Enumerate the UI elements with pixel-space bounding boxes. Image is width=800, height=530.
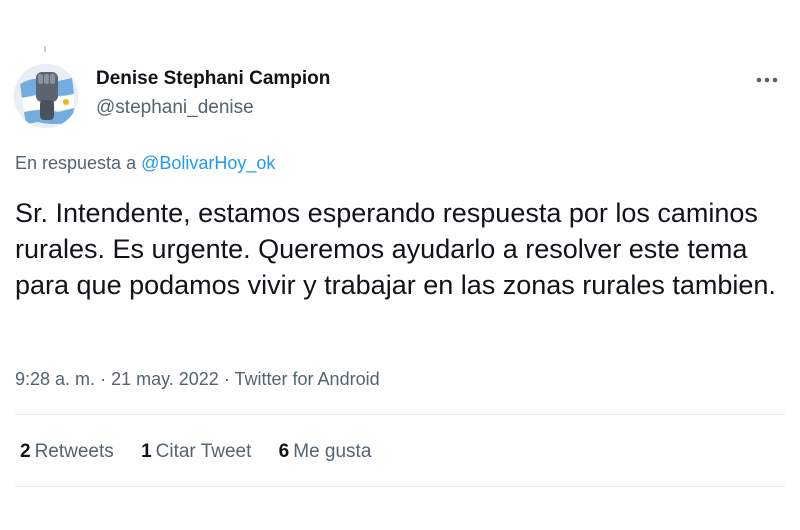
divider bbox=[15, 414, 785, 415]
divider bbox=[15, 486, 785, 487]
raised-fist-flag-icon bbox=[14, 64, 78, 128]
more-horizontal-icon bbox=[756, 77, 778, 83]
engagement-stats: 2 Retweets 1 Citar Tweet 6 Me gusta bbox=[20, 441, 393, 463]
likes-stat[interactable]: 6 Me gusta bbox=[279, 441, 372, 463]
tweet-card: Denise Stephani Campion @stephani_denise… bbox=[0, 0, 800, 530]
reply-context: En respuesta a @BolivarHoy_ok bbox=[15, 153, 275, 174]
quote-tweets-stat[interactable]: 1 Citar Tweet bbox=[141, 441, 251, 463]
quotes-count: 1 bbox=[141, 441, 152, 462]
avatar[interactable] bbox=[14, 64, 78, 128]
reply-mention-link[interactable]: @BolivarHoy_ok bbox=[141, 153, 275, 173]
reply-prefix: En respuesta a bbox=[15, 153, 137, 173]
retweets-count: 2 bbox=[20, 441, 31, 462]
tweet-source[interactable]: Twitter for Android bbox=[235, 369, 380, 389]
more-options-button[interactable] bbox=[752, 68, 782, 92]
retweets-label: Retweets bbox=[34, 441, 114, 462]
likes-count: 6 bbox=[278, 441, 290, 462]
meta-separator: · bbox=[223, 369, 230, 389]
meta-separator: · bbox=[100, 369, 107, 389]
tweet-date[interactable]: 21 may. 2022 bbox=[111, 369, 219, 389]
retweets-stat[interactable]: 2 Retweets bbox=[20, 441, 114, 463]
avatar-decoration bbox=[44, 46, 46, 52]
tweet-text: Sr. Intendente, estamos esperando respue… bbox=[15, 198, 776, 300]
tweet-meta: 9:28 a. m. · 21 may. 2022 · Twitter for … bbox=[15, 369, 380, 390]
likes-label: Me gusta bbox=[293, 441, 372, 462]
quotes-label: Citar Tweet bbox=[155, 441, 252, 462]
author-handle[interactable]: @stephani_denise bbox=[96, 97, 254, 119]
author-display-name[interactable]: Denise Stephani Campion bbox=[96, 68, 330, 90]
tweet-time[interactable]: 9:28 a. m. bbox=[15, 369, 95, 389]
